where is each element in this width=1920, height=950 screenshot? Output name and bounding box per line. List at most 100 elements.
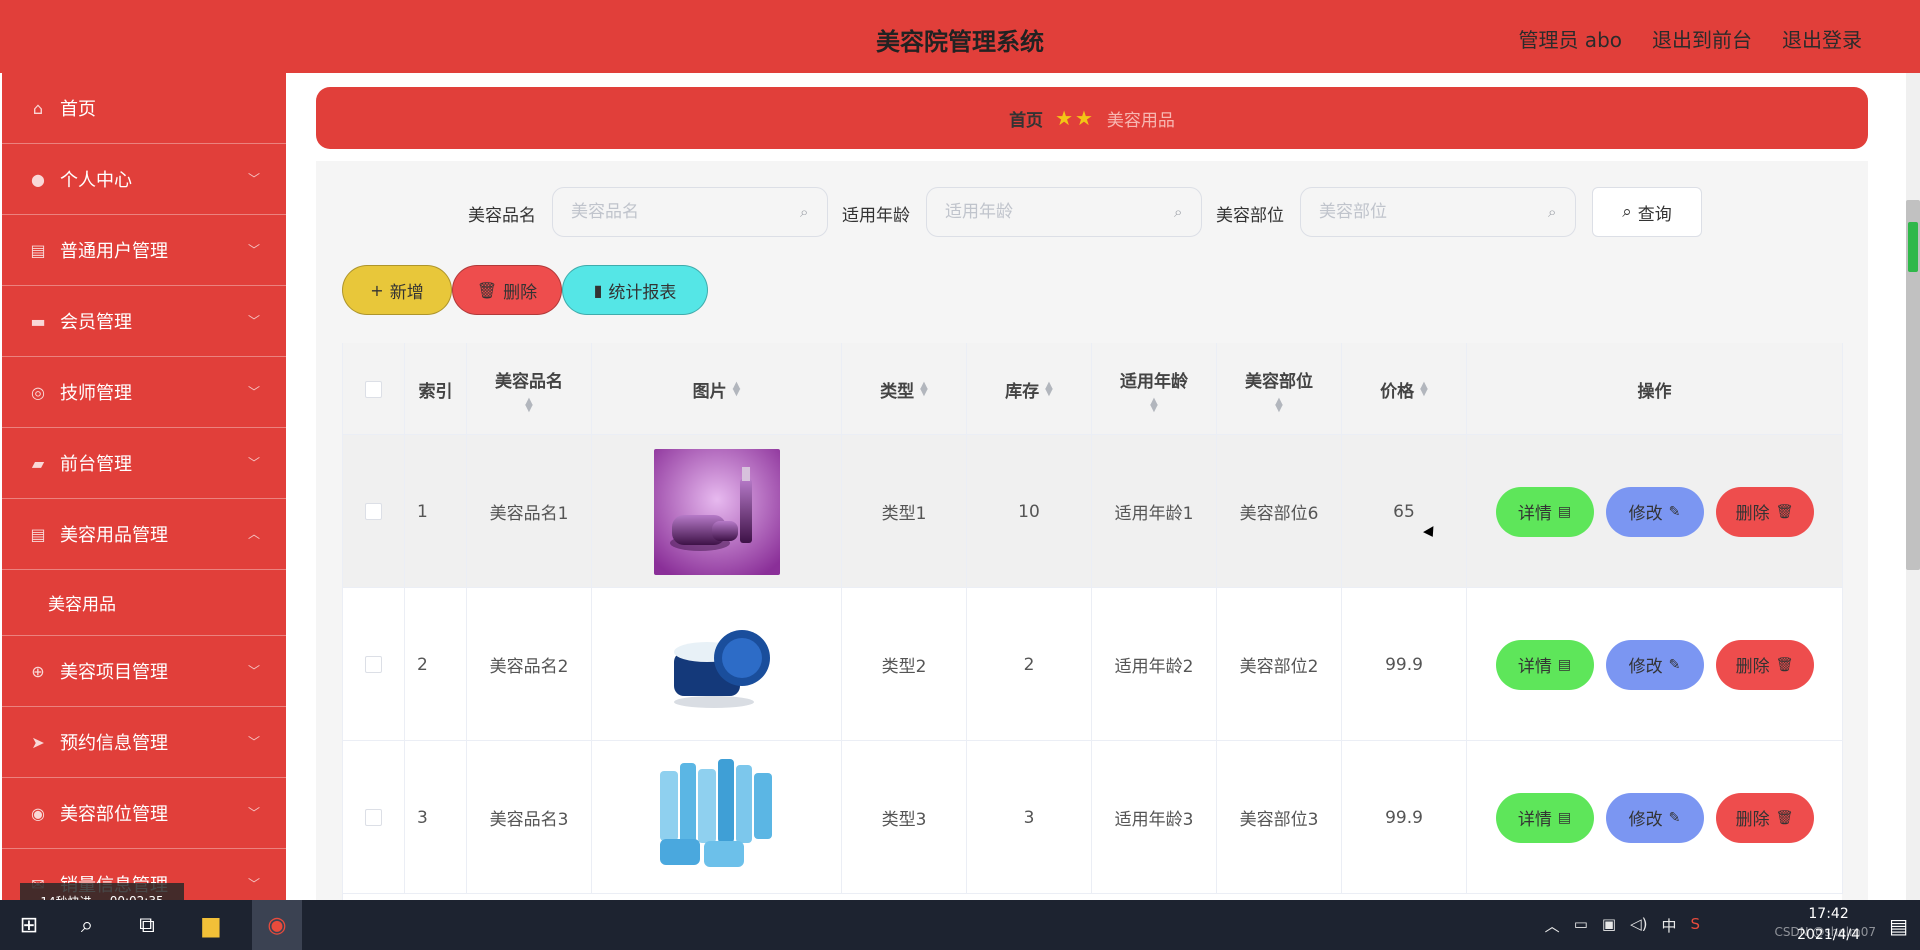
search-icon: ⌕	[1174, 203, 1183, 221]
cell-name: 美容品名3	[467, 741, 592, 894]
task-view-icon[interactable]: ⧉	[132, 910, 162, 940]
plus-icon: +	[370, 280, 384, 300]
sidebar-item-members[interactable]: ▬ 会员管理 ﹀	[2, 286, 286, 357]
sidebar-item-beauty-products[interactable]: ▤ 美容用品管理 ︿	[2, 499, 286, 570]
part-search-input[interactable]	[1300, 187, 1576, 237]
sidebar-item-front-desk[interactable]: ▰ 前台管理 ﹀	[2, 428, 286, 499]
document-icon: ▤	[1557, 656, 1572, 673]
edit-button[interactable]: 修改 ✎	[1605, 486, 1704, 537]
col-part-label: 美容部位	[1245, 371, 1313, 392]
circle-icon: ◉	[31, 803, 45, 823]
cell-price: 99.9	[1342, 588, 1467, 741]
row-checkbox[interactable]	[365, 656, 382, 673]
row-checkbox[interactable]	[365, 809, 382, 826]
sort-icon[interactable]: ▲ ▼	[920, 381, 928, 398]
sidebar-item-body-parts[interactable]: ◉ 美容部位管理 ﹀	[2, 778, 286, 849]
col-name[interactable]: 美容品名 ▲ ▼	[467, 343, 592, 435]
clock-time: 17:42	[1808, 906, 1849, 922]
batch-delete-button[interactable]: 🗑 删除	[452, 265, 562, 315]
sogou-icon[interactable]: S	[1690, 915, 1700, 936]
add-button[interactable]: + 新增	[342, 265, 452, 315]
exit-to-front-link[interactable]: 退出到前台	[1652, 24, 1752, 53]
battery-icon[interactable]: ▭	[1574, 915, 1588, 936]
volume-icon[interactable]: ◁)	[1630, 915, 1647, 936]
row-select-cell	[343, 435, 405, 588]
delete-button[interactable]: 删除 🗑	[1715, 639, 1814, 690]
admin-user-label[interactable]: 管理员 abo	[1518, 24, 1622, 53]
product-image[interactable]	[653, 448, 780, 575]
sidebar-item-label: 普通用户管理	[60, 241, 168, 262]
submenu-item-beauty-products[interactable]: 美容用品	[2, 570, 286, 636]
row-checkbox[interactable]	[365, 503, 382, 520]
detail-button-label: 详情	[1517, 657, 1552, 677]
sidebar-item-label: 技师管理	[60, 383, 132, 404]
sort-icon[interactable]: ▲ ▼	[1420, 381, 1428, 398]
sidebar-item-users[interactable]: ▤ 普通用户管理 ﹀	[2, 215, 286, 286]
product-image[interactable]	[653, 601, 780, 728]
delete-button-label: 删除	[1735, 504, 1770, 524]
document-icon: ▤	[1557, 503, 1572, 520]
age-search-input[interactable]	[926, 187, 1202, 237]
query-button-label: 查询	[1637, 204, 1672, 225]
file-explorer-icon[interactable]: ▆	[196, 910, 226, 940]
chevron-down-icon: ﹀	[247, 806, 260, 820]
delete-button-label: 删除	[1735, 810, 1770, 830]
network-icon[interactable]: ▣	[1602, 915, 1616, 936]
send-icon: ➤	[31, 732, 45, 752]
bar-chart-icon: ▮	[593, 280, 603, 300]
chevron-down-icon: ﹀	[247, 243, 260, 257]
scroll-indicator	[1908, 222, 1918, 272]
cell-name: 美容品名2	[467, 588, 592, 741]
cell-age: 适用年龄1	[1092, 435, 1217, 588]
sort-icon[interactable]: ▲ ▼	[1275, 396, 1283, 413]
detail-button[interactable]: 详情 ▤	[1495, 792, 1594, 843]
col-stock[interactable]: 库存 ▲ ▼	[967, 343, 1092, 435]
col-price[interactable]: 价格 ▲ ▼	[1342, 343, 1467, 435]
sidebar-item-personal-center[interactable]: ● 个人中心 ﹀	[2, 144, 286, 215]
sort-icon[interactable]: ▲ ▼	[525, 396, 533, 413]
cell-ops: 详情 ▤ 修改 ✎ 删除 🗑	[1467, 741, 1843, 894]
product-image[interactable]	[653, 754, 780, 881]
sort-icon[interactable]: ▲ ▼	[1150, 396, 1158, 413]
search-icon[interactable]: ⌕	[72, 910, 102, 940]
detail-button-label: 详情	[1517, 810, 1552, 830]
sort-icon[interactable]: ▲ ▼	[733, 381, 741, 398]
sort-icon[interactable]: ▲ ▼	[1045, 381, 1053, 398]
chevron-up-icon[interactable]: ︿	[1545, 915, 1560, 936]
sidebar-item-home[interactable]: ⌂ 首页	[2, 73, 286, 144]
col-index: 索引	[405, 343, 467, 435]
col-age[interactable]: 适用年龄 ▲ ▼	[1092, 343, 1217, 435]
sidebar-item-technicians[interactable]: ◎ 技师管理 ﹀	[2, 357, 286, 428]
report-button[interactable]: ▮ 统计报表	[562, 265, 708, 315]
sidebar-item-appointments[interactable]: ➤ 预约信息管理 ﹀	[2, 707, 286, 778]
detail-button[interactable]: 详情 ▤	[1495, 639, 1594, 690]
delete-button[interactable]: 删除 🗑	[1715, 792, 1814, 843]
edit-button[interactable]: 修改 ✎	[1605, 639, 1704, 690]
select-all-checkbox[interactable]	[365, 380, 382, 398]
cell-ops: 详情 ▤ 修改 ✎ 删除 🗑	[1467, 588, 1843, 741]
cell-image	[592, 435, 842, 588]
cell-part: 美容部位3	[1217, 741, 1342, 894]
compass-icon: ◎	[31, 382, 45, 402]
ime-indicator[interactable]: 中	[1661, 915, 1676, 936]
detail-button[interactable]: 详情 ▤	[1495, 486, 1594, 537]
sidebar-item-label: 美容部位管理	[60, 804, 168, 825]
name-search-input[interactable]	[552, 187, 828, 237]
breadcrumb-home[interactable]: 首页	[1009, 106, 1043, 131]
col-part[interactable]: 美容部位 ▲ ▼	[1217, 343, 1342, 435]
windows-start-icon[interactable]: ⊞	[14, 910, 44, 940]
cell-index: 1	[405, 435, 467, 588]
table-header: 索引 美容品名 ▲ ▼ 图片 ▲ ▼ 类型 ▲ ▼ 库存 ▲ ▼ 适用年龄 ▲ …	[343, 343, 1843, 435]
logout-link[interactable]: 退出登录	[1782, 24, 1862, 53]
edit-button[interactable]: 修改 ✎	[1605, 792, 1704, 843]
trash-icon: 🗑	[1775, 656, 1794, 673]
delete-button[interactable]: 删除 🗑	[1715, 486, 1814, 537]
star-icon: ★★	[1055, 106, 1095, 130]
col-type[interactable]: 类型 ▲ ▼	[842, 343, 967, 435]
query-button[interactable]: ⌕ 查询	[1592, 187, 1702, 237]
sidebar-item-beauty-projects[interactable]: ⊕ 美容项目管理 ﹀	[2, 636, 286, 707]
notification-icon[interactable]: ▤	[1889, 914, 1908, 938]
col-image[interactable]: 图片 ▲ ▼	[592, 343, 842, 435]
sidebar-item-label: 预约信息管理	[60, 733, 168, 754]
chrome-icon[interactable]: ◉	[262, 910, 292, 940]
